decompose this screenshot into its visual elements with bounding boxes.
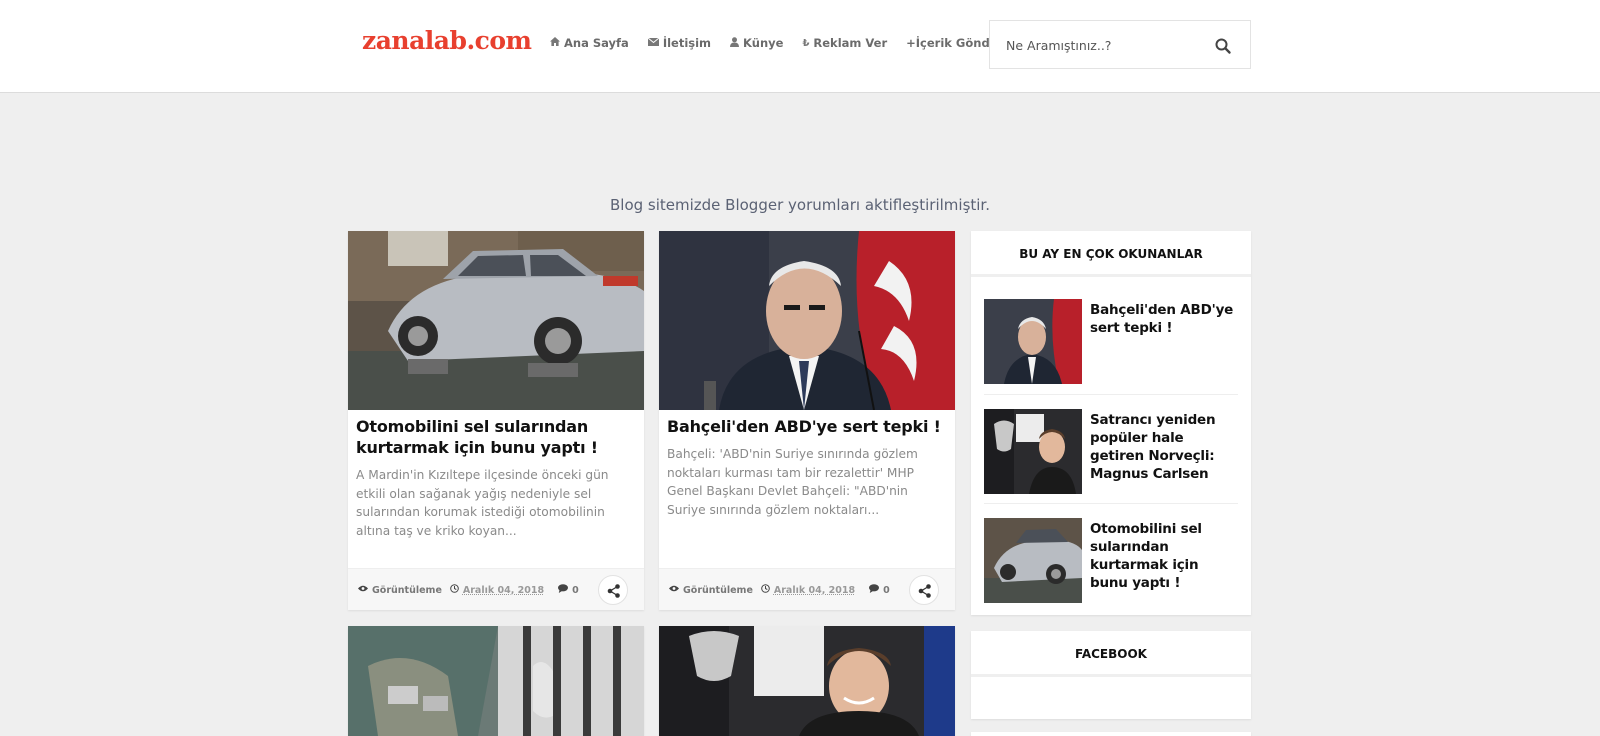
site-header: zanalab.com Ana Sayfa İletişim Künye ₺ R…	[0, 0, 1600, 93]
share-button[interactable]	[909, 575, 939, 605]
post-card: Otomobilini sel sularından kurtarmak içi…	[348, 231, 644, 610]
popular-post-title[interactable]: Bahçeli'den ABD'ye sert tepki !	[1090, 301, 1235, 337]
eye-icon	[358, 585, 368, 595]
site-logo[interactable]: zanalab.com	[362, 26, 532, 55]
post-title[interactable]: Bahçeli'den ABD'ye sert tepki !	[659, 410, 955, 437]
eye-icon	[669, 585, 679, 595]
next-widget	[971, 732, 1251, 736]
share-button[interactable]	[598, 575, 628, 605]
post-meta: Görüntüleme Aralık 04, 2018 0	[358, 584, 579, 596]
main-nav: Ana Sayfa İletişim Künye ₺ Reklam Ver +İ…	[550, 36, 1030, 50]
popular-posts-widget: BU AY EN ÇOK OKUNANLAR Bahçeli'den ABD'y…	[971, 231, 1251, 615]
post-date[interactable]: Aralık 04, 2018	[774, 585, 855, 596]
post-card: Bahçeli'den ABD'ye sert tepki ! Bahçeli:…	[659, 231, 955, 610]
post-excerpt: A Mardin'in Kızıltepe ilçesinde önceki g…	[356, 468, 609, 538]
share-icon	[918, 584, 931, 598]
search-box	[989, 20, 1251, 69]
divider	[984, 394, 1238, 395]
clock-icon	[450, 584, 459, 596]
home-icon	[550, 37, 560, 49]
post-thumbnail[interactable]	[659, 626, 955, 736]
lira-icon: ₺	[802, 37, 810, 49]
nav-item-imprint[interactable]: Künye	[730, 36, 783, 50]
popular-post-thumbnail[interactable]	[984, 518, 1082, 603]
post-excerpt: Bahçeli: 'ABD'nin Suriye sınırında gözle…	[667, 447, 918, 517]
post-thumbnail[interactable]	[348, 626, 644, 736]
popular-post-title[interactable]: Otomobilini sel sularından kurtarmak içi…	[1090, 520, 1235, 592]
popular-post-title[interactable]: Satrancı yeniden popüler hale getiren No…	[1090, 411, 1235, 483]
nav-item-contact[interactable]: İletişim	[647, 36, 712, 50]
post-meta: Görüntüleme Aralık 04, 2018 0	[669, 584, 890, 596]
comment-icon	[869, 584, 880, 596]
post-thumbnail[interactable]	[659, 231, 955, 410]
envelope-icon	[647, 37, 660, 49]
post-card	[348, 626, 644, 736]
facebook-widget: FACEBOOK	[971, 631, 1251, 719]
search-input[interactable]	[1006, 35, 1196, 55]
post-card	[659, 626, 955, 736]
comment-count[interactable]: 0	[572, 585, 579, 596]
share-icon	[607, 584, 620, 598]
post-footer: Görüntüleme Aralık 04, 2018 0	[348, 568, 644, 610]
nav-label: Künye	[743, 36, 784, 50]
search-icon	[1215, 38, 1231, 54]
popular-post-thumbnail[interactable]	[984, 299, 1082, 384]
views-label: Görüntüleme	[683, 584, 753, 596]
post-thumbnail[interactable]	[348, 231, 644, 410]
popular-post-item[interactable]: Otomobilini sel sularından kurtarmak içi…	[984, 518, 1238, 604]
post-footer: Görüntüleme Aralık 04, 2018 0	[659, 568, 955, 610]
widget-title: FACEBOOK	[971, 631, 1251, 677]
popular-post-item[interactable]: Bahçeli'den ABD'ye sert tepki !	[984, 299, 1238, 385]
post-date[interactable]: Aralık 04, 2018	[463, 585, 544, 596]
views-label: Görüntüleme	[372, 584, 442, 596]
divider	[984, 503, 1238, 504]
post-title[interactable]: Otomobilini sel sularından kurtarmak içi…	[348, 410, 644, 458]
popular-post-thumbnail[interactable]	[984, 409, 1082, 494]
widget-title: BU AY EN ÇOK OKUNANLAR	[971, 231, 1251, 277]
search-button[interactable]	[1214, 37, 1232, 55]
comment-icon	[558, 584, 569, 596]
user-icon	[730, 36, 740, 50]
nav-label: İletişim	[662, 36, 712, 50]
comments-notice: Blog sitemizde Blogger yorumları aktifle…	[609, 196, 990, 214]
nav-label: Ana Sayfa	[564, 36, 629, 50]
nav-item-advertise[interactable]: ₺ Reklam Ver	[802, 36, 887, 50]
nav-item-home[interactable]: Ana Sayfa	[550, 36, 629, 50]
comment-count[interactable]: 0	[883, 585, 890, 596]
nav-label: Reklam Ver	[813, 36, 888, 50]
popular-post-item[interactable]: Satrancı yeniden popüler hale getiren No…	[984, 409, 1238, 495]
clock-icon	[761, 584, 770, 596]
